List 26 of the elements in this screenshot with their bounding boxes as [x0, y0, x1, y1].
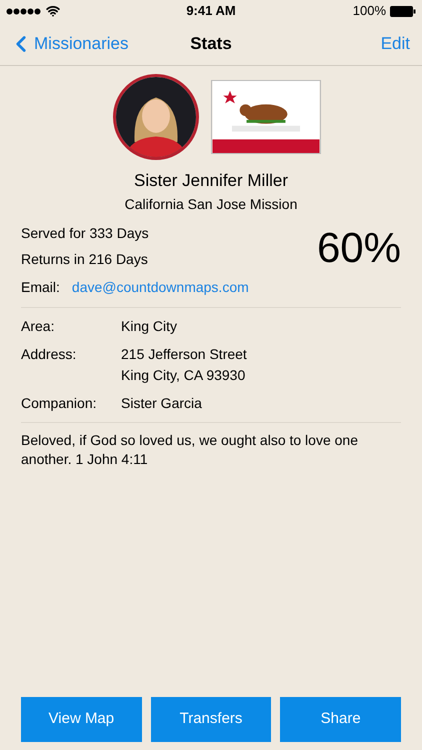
signal-icon	[6, 8, 42, 14]
edit-button[interactable]: Edit	[380, 30, 414, 56]
detail-value: King City, CA 93930	[121, 366, 246, 385]
nav-title: Stats	[190, 32, 232, 55]
mission-name: California San Jose Mission	[124, 194, 298, 214]
returns-days: Returns in 216 Days	[21, 248, 149, 270]
progress-percent: 60%	[316, 226, 401, 268]
battery-icon	[390, 6, 416, 16]
quote-text: Beloved, if God so loved us, we ought also to love one another. 1 John 4:11	[21, 430, 359, 468]
detail-label: Address:	[21, 344, 78, 364]
detail-value: 215 Jefferson Street	[121, 344, 247, 364]
status-time: 9:41 AM	[186, 2, 236, 20]
back-button[interactable]: Missionaries	[8, 30, 128, 56]
detail-label: Area:	[21, 316, 56, 336]
battery-percent: 100%	[352, 2, 386, 20]
action-button[interactable]: View Map	[21, 697, 142, 742]
email-label: Email:	[21, 278, 60, 296]
email-link[interactable]: dave@countdownmaps.com	[72, 276, 249, 298]
served-days: Served for 333 Days	[21, 222, 149, 244]
wifi-icon	[46, 4, 60, 18]
detail-value: King City	[121, 316, 178, 336]
missionary-name: Sister Jennifer Miller	[133, 170, 289, 192]
detail-value: Sister Garcia	[121, 394, 202, 412]
detail-label: Companion:	[21, 394, 98, 413]
action-button[interactable]: Share	[280, 697, 402, 742]
action-button[interactable]: Transfers	[150, 697, 272, 742]
